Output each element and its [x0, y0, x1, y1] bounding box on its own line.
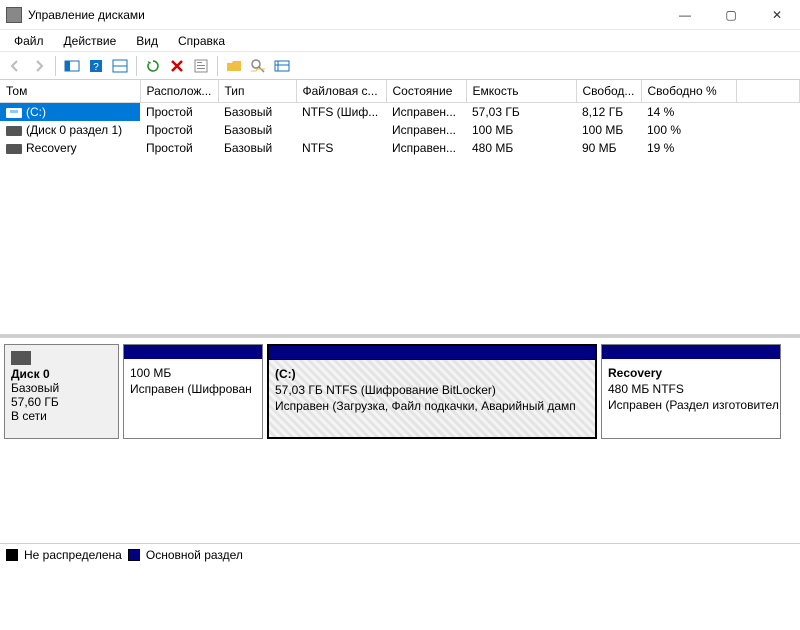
volume-icon: [6, 108, 22, 118]
col-name[interactable]: Том: [0, 80, 140, 103]
volume-row[interactable]: Recovery Простой Базовый NTFS Исправен..…: [0, 139, 800, 157]
volume-type: Базовый: [218, 103, 296, 122]
volume-list-pane[interactable]: Том Располож... Тип Файловая с... Состоя…: [0, 80, 800, 338]
partition-title: (C:): [275, 367, 296, 381]
help-button[interactable]: ?: [85, 55, 107, 77]
col-status[interactable]: Состояние: [386, 80, 466, 103]
volume-name: (C:): [26, 105, 46, 119]
disk-row: Диск 0 Базовый 57,60 ГБ В сети 100 МБ Исп…: [4, 344, 796, 439]
col-capacity[interactable]: Емкость: [466, 80, 576, 103]
legend-unallocated-swatch: [6, 549, 18, 561]
toggle-pane-button[interactable]: [61, 55, 83, 77]
volume-free: 8,12 ГБ: [576, 103, 641, 122]
volume-layout: Простой: [140, 103, 218, 122]
volume-capacity: 480 МБ: [466, 139, 576, 157]
volume-free: 100 МБ: [576, 121, 641, 139]
volume-name: (Диск 0 раздел 1): [26, 123, 122, 137]
delete-button[interactable]: [166, 55, 188, 77]
back-button[interactable]: [4, 55, 26, 77]
partition-title: Recovery: [608, 366, 662, 380]
menu-help[interactable]: Справка: [170, 32, 233, 50]
app-icon: [6, 7, 22, 23]
col-type[interactable]: Тип: [218, 80, 296, 103]
partition-status: Исправен (Раздел изготовител: [608, 398, 779, 412]
partition-box[interactable]: (C:) 57,03 ГБ NTFS (Шифрование BitLocker)…: [267, 344, 597, 439]
menu-file[interactable]: Файл: [6, 32, 52, 50]
volume-type: Базовый: [218, 139, 296, 157]
legend-bar: Не распределена Основной раздел: [0, 543, 800, 566]
disk-icon: [11, 351, 31, 365]
volume-status: Исправен...: [386, 103, 466, 122]
partition-stripe: [269, 346, 595, 360]
volume-row[interactable]: (Диск 0 раздел 1) Простой Базовый Исправ…: [0, 121, 800, 139]
volume-status: Исправен...: [386, 121, 466, 139]
volume-layout: Простой: [140, 139, 218, 157]
volume-name: Recovery: [26, 141, 77, 155]
partition-sub: 57,03 ГБ NTFS (Шифрование BitLocker): [275, 383, 496, 397]
disk-status: В сети: [11, 409, 112, 423]
volume-type: Базовый: [218, 121, 296, 139]
volume-table: Том Располож... Тип Файловая с... Состоя…: [0, 80, 800, 157]
detail-pane-button[interactable]: [109, 55, 131, 77]
volume-icon: [6, 126, 22, 136]
col-layout[interactable]: Располож...: [140, 80, 218, 103]
col-free[interactable]: Свобод...: [576, 80, 641, 103]
toolbar: ?: [0, 52, 800, 80]
disk-type: Базовый: [11, 381, 112, 395]
properties-button[interactable]: [190, 55, 212, 77]
legend-primary-swatch: [128, 549, 140, 561]
partition-status: Исправен (Загрузка, Файл подкачки, Авари…: [275, 399, 576, 413]
volume-fs: NTFS: [296, 139, 386, 157]
volume-freepct: 19 %: [641, 139, 736, 157]
svg-text:?: ?: [93, 62, 99, 73]
disk-capacity: 57,60 ГБ: [11, 395, 112, 409]
volume-row[interactable]: (C:) Простой Базовый NTFS (Шиф... Исправ…: [0, 103, 800, 122]
search-button[interactable]: [247, 55, 269, 77]
volume-fs: NTFS (Шиф...: [296, 103, 386, 122]
new-folder-button[interactable]: [223, 55, 245, 77]
partition-sub: 480 МБ NTFS: [608, 382, 684, 396]
volume-free: 90 МБ: [576, 139, 641, 157]
partition-box[interactable]: 100 МБ Исправен (Шифрован: [123, 344, 263, 439]
partition-stripe: [124, 345, 262, 359]
title-bar: Управление дисками — ▢ ✕: [0, 0, 800, 30]
volume-capacity: 57,03 ГБ: [466, 103, 576, 122]
legend-unallocated-label: Не распределена: [24, 548, 122, 562]
close-button[interactable]: ✕: [754, 0, 800, 30]
volume-capacity: 100 МБ: [466, 121, 576, 139]
volume-status: Исправен...: [386, 139, 466, 157]
refresh-button[interactable]: [142, 55, 164, 77]
col-spacer: [736, 80, 800, 103]
maximize-button[interactable]: ▢: [708, 0, 754, 30]
partition-status: Исправен (Шифрован: [130, 382, 252, 396]
menu-view[interactable]: Вид: [128, 32, 166, 50]
partition-stripe: [602, 345, 780, 359]
col-fs[interactable]: Файловая с...: [296, 80, 386, 103]
disk-info-box[interactable]: Диск 0 Базовый 57,60 ГБ В сети: [4, 344, 119, 439]
volume-layout: Простой: [140, 121, 218, 139]
partition-box[interactable]: Recovery 480 МБ NTFS Исправен (Раздел изго…: [601, 344, 781, 439]
partition-sub: 100 МБ: [130, 366, 171, 380]
legend-primary-label: Основной раздел: [146, 548, 243, 562]
volume-freepct: 14 %: [641, 103, 736, 122]
menu-action[interactable]: Действие: [56, 32, 125, 50]
menu-bar: Файл Действие Вид Справка: [0, 30, 800, 52]
volume-fs: [296, 121, 386, 139]
minimize-button[interactable]: —: [662, 0, 708, 30]
col-freepct[interactable]: Свободно %: [641, 80, 736, 103]
forward-button[interactable]: [28, 55, 50, 77]
disk-label: Диск 0: [11, 367, 112, 381]
list-view-button[interactable]: [271, 55, 293, 77]
graphical-view-pane[interactable]: Диск 0 Базовый 57,60 ГБ В сети 100 МБ Исп…: [0, 338, 800, 566]
volume-icon: [6, 144, 22, 154]
window-title: Управление дисками: [28, 8, 662, 22]
volume-freepct: 100 %: [641, 121, 736, 139]
